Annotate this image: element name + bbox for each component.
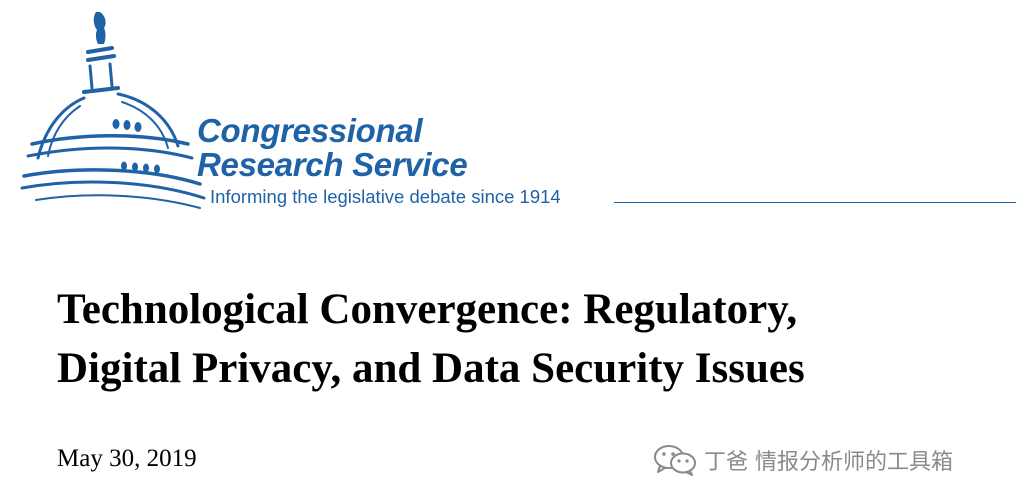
document-title-line1: Technological Convergence: Regulatory, bbox=[57, 286, 798, 333]
organization-name-line2: Research Service bbox=[197, 146, 468, 183]
document-title: Technological Convergence: Regulatory, D… bbox=[57, 280, 977, 398]
document-date: May 30, 2019 bbox=[57, 445, 197, 472]
watermark: 丁爸 情报分析师的工具箱 bbox=[652, 442, 953, 478]
organization-name-line1: Congressional bbox=[197, 112, 423, 149]
document-cover-page: Congressional Research Service Informing… bbox=[0, 0, 1017, 503]
wechat-icon bbox=[654, 445, 696, 476]
capitol-dome-icon bbox=[20, 12, 206, 209]
document-title-line2: Digital Privacy, and Data Security Issue… bbox=[57, 345, 805, 392]
tagline-divider bbox=[614, 202, 1016, 203]
watermark-text: 丁爸 情报分析师的工具箱 bbox=[704, 450, 953, 475]
organization-name: Congressional Research Service bbox=[197, 112, 468, 183]
organization-tagline: Informing the legislative debate since 1… bbox=[210, 186, 561, 207]
